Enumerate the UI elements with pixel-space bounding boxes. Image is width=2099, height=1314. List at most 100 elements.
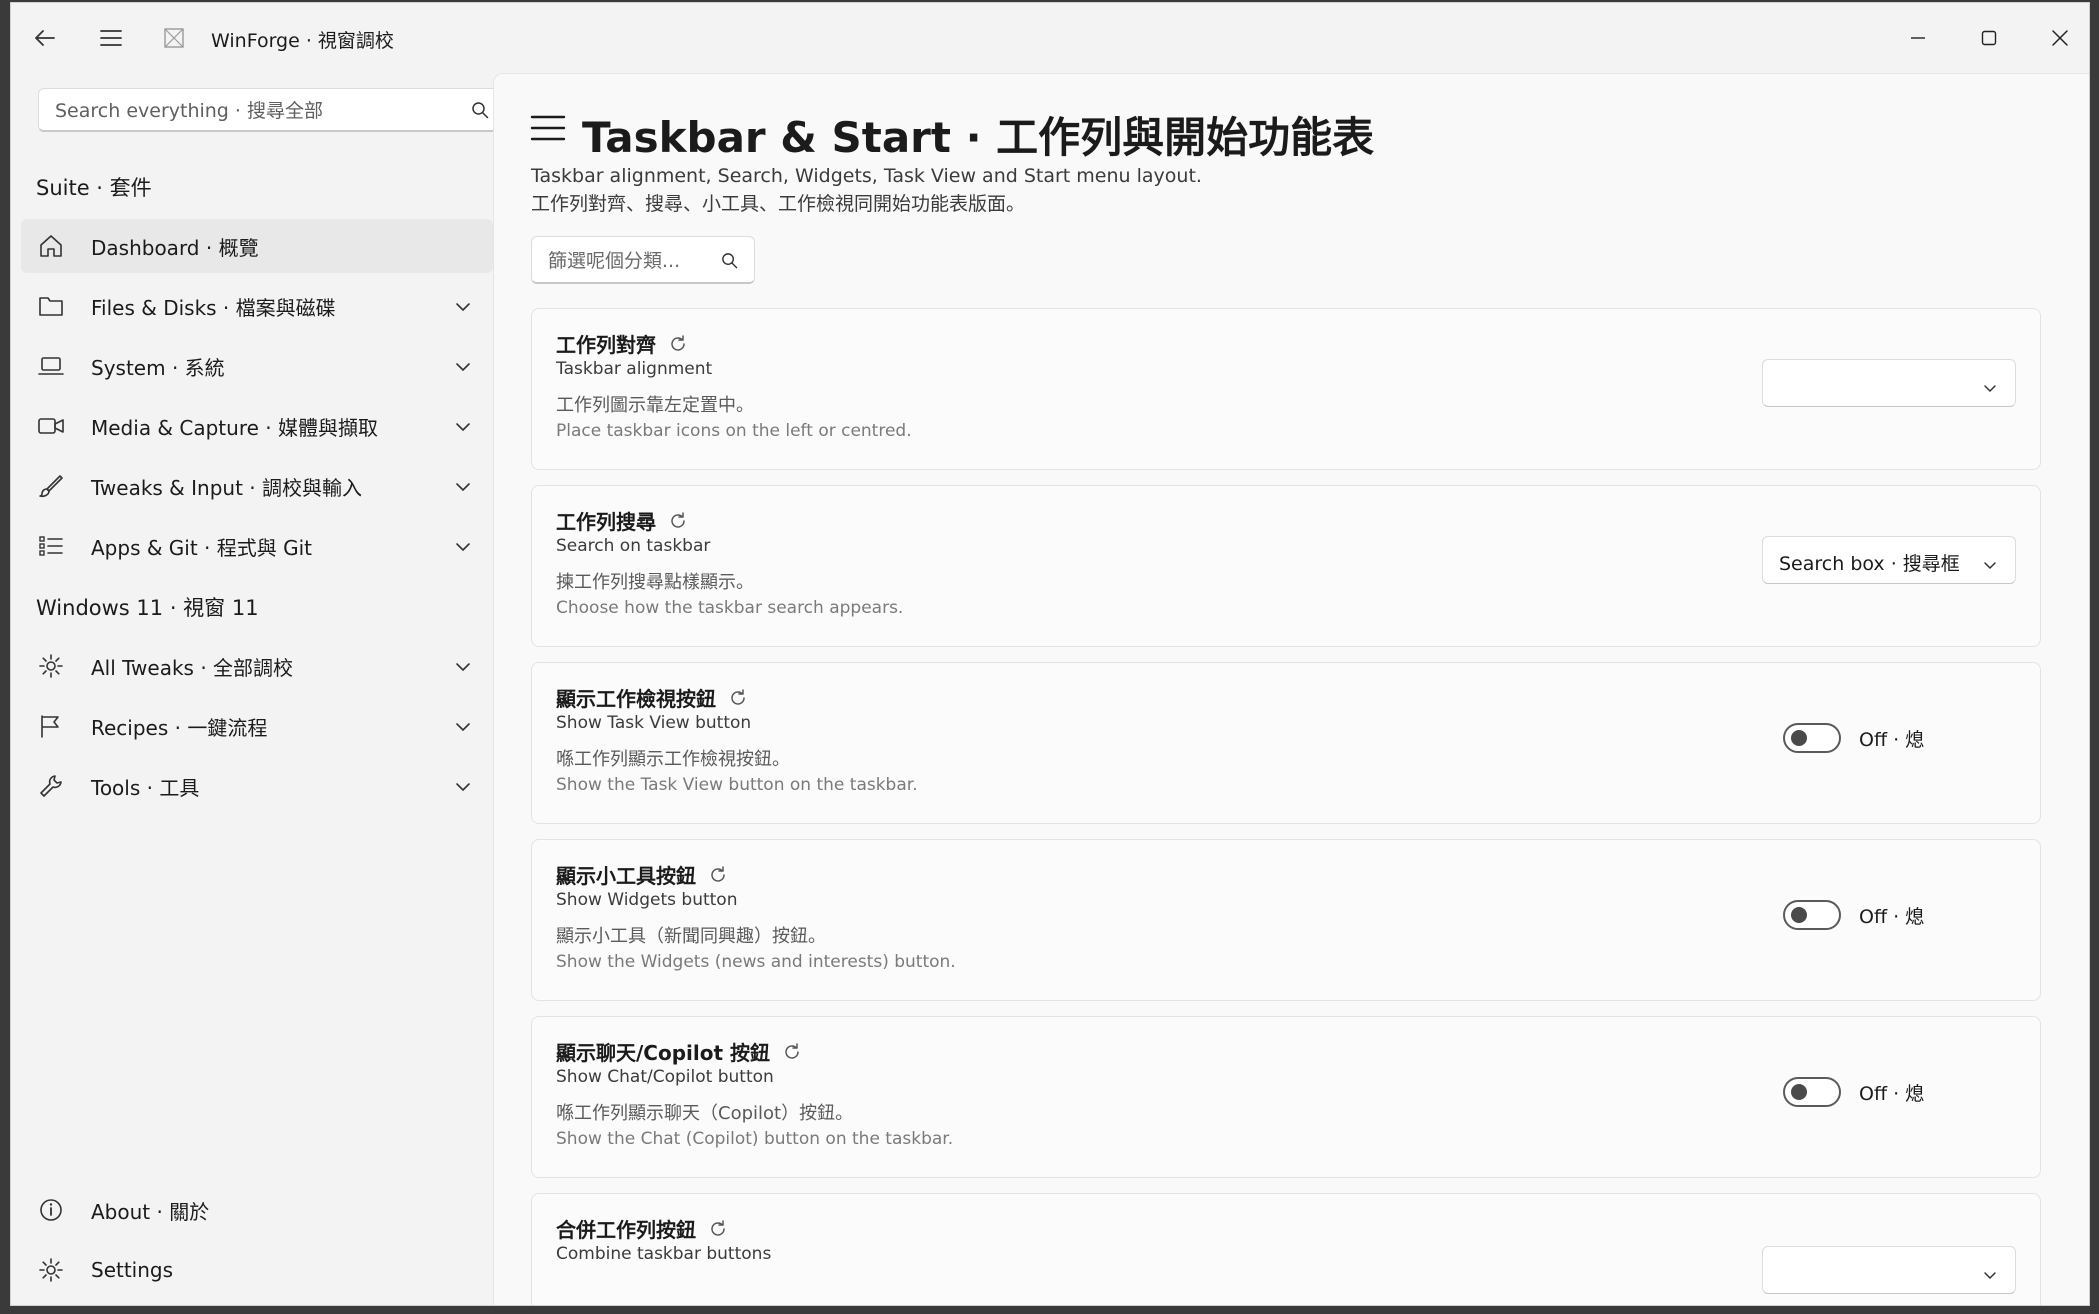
sidebar-item-dashboard[interactable]: Dashboard · 概覽 (21, 219, 493, 273)
reset-icon[interactable] (728, 688, 748, 708)
setting-title-text: 工作列搜尋 (556, 510, 656, 534)
setting-description-en: Choose how the taskbar search appears. (556, 598, 904, 618)
setting-card-combine-buttons: 合併工作列按鈕 Combine taskbar buttons (531, 1193, 2041, 1305)
sidebar-item-tweaks-input[interactable]: Tweaks & Input · 調校與輸入 (21, 459, 493, 513)
setting-title: 工作列對齊 (556, 329, 688, 358)
sidebar-item-label: About · 關於 (91, 1199, 210, 1224)
setting-subtitle: Search on taskbar (556, 536, 711, 556)
chat-copilot-toggle-group: Off · 熄 (1783, 1077, 1924, 1107)
sidebar-item-label: Tweaks & Input · 調校與輸入 (91, 475, 362, 500)
setting-title: 合併工作列按鈕 (556, 1214, 728, 1243)
minimize-button[interactable] (1883, 3, 1953, 73)
toggle-state-label: Off · 熄 (1859, 1082, 1925, 1105)
setting-description: 揀工作列搜尋點樣顯示。 (556, 572, 754, 593)
gear-icon (35, 650, 67, 682)
combine-buttons-dropdown[interactable] (1762, 1246, 2016, 1294)
chevron-down-icon (1983, 378, 1997, 397)
search-mode-dropdown[interactable]: Search box · 搜尋框 (1762, 536, 2016, 584)
toggle-knob (1791, 1084, 1807, 1100)
setting-description: 工作列圖示靠左定置中。 (556, 395, 754, 416)
chevron-down-icon[interactable] (455, 717, 471, 736)
widgets-toggle-group: Off · 熄 (1783, 900, 1924, 930)
chevron-down-icon[interactable] (455, 657, 471, 676)
setting-title: 顯示工作檢視按鈕 (556, 683, 748, 712)
sidebar-item-files-disks[interactable]: Files & Disks · 檔案與磁碟 (21, 279, 493, 333)
chevron-down-icon (1983, 1265, 1997, 1284)
sidebar-item-settings[interactable]: Settings (21, 1243, 493, 1297)
setting-title: 顯示小工具按鈕 (556, 860, 728, 889)
filter-input[interactable] (546, 247, 710, 275)
setting-description: 喺工作列顯示聊天（Copilot）按鈕。 (556, 1103, 854, 1124)
sidebar-item-tools[interactable]: Tools · 工具 (21, 759, 493, 813)
app-window: WinForge · 視窗調校 Suite · 套件 Dashboard · 概… (10, 2, 2090, 1306)
brush-icon (35, 470, 67, 502)
chevron-down-icon[interactable] (455, 777, 471, 796)
page-title: Taskbar & Start · 工作列與開始功能表 (582, 113, 1375, 162)
reset-icon[interactable] (668, 511, 688, 531)
menu-toggle-button[interactable] (91, 18, 131, 58)
page-description-en: Taskbar alignment, Search, Widgets, Task… (531, 165, 1202, 187)
sidebar-item-system[interactable]: System · 系統 (21, 339, 493, 393)
title-bar: WinForge · 視窗調校 (11, 3, 2089, 73)
chevron-down-icon[interactable] (455, 537, 471, 556)
reset-icon[interactable] (782, 1042, 802, 1062)
sidebar: Suite · 套件 Dashboard · 概覽 Files & Disks … (11, 73, 504, 1305)
gear-icon (35, 1254, 67, 1286)
sidebar-item-label: System · 系統 (91, 355, 225, 380)
widgets-toggle[interactable] (1783, 900, 1841, 930)
sidebar-item-apps-git[interactable]: Apps & Git · 程式與 Git (21, 519, 493, 573)
chevron-down-icon[interactable] (455, 297, 471, 316)
toggle-knob (1791, 730, 1807, 746)
setting-subtitle: Combine taskbar buttons (556, 1244, 772, 1264)
search-input[interactable] (53, 97, 457, 125)
search-box[interactable] (38, 88, 504, 132)
chat-copilot-toggle[interactable] (1783, 1077, 1841, 1107)
reset-icon[interactable] (668, 334, 688, 354)
list-icon (35, 530, 67, 562)
setting-title-text: 顯示聊天/Copilot 按鈕 (556, 1041, 771, 1065)
sidebar-item-recipes[interactable]: Recipes · 一鍵流程 (21, 699, 493, 753)
toggle-knob (1791, 907, 1807, 923)
setting-description-en: Place taskbar icons on the left or centr… (556, 421, 912, 441)
page-hamburger-icon (530, 114, 566, 146)
chevron-down-icon[interactable] (455, 417, 471, 436)
sidebar-item-label: Apps & Git · 程式與 Git (91, 535, 313, 560)
sidebar-item-label: Files & Disks · 檔案與磁碟 (91, 295, 336, 320)
minimize-icon (1911, 37, 1925, 39)
sidebar-item-all-tweaks[interactable]: All Tweaks · 全部調校 (21, 639, 493, 693)
reset-icon[interactable] (708, 865, 728, 885)
setting-description-en: Show the Chat (Copilot) button on the ta… (556, 1129, 954, 1149)
sidebar-item-label: Settings (91, 1258, 174, 1282)
task-view-toggle[interactable] (1783, 723, 1841, 753)
search-icon[interactable] (721, 252, 738, 273)
setting-title-text: 顯示小工具按鈕 (556, 864, 696, 888)
video-camera-icon (35, 410, 67, 442)
close-button[interactable] (2025, 3, 2089, 73)
toggle-state-label: Off · 熄 (1859, 905, 1925, 928)
taskbar-alignment-dropdown[interactable] (1762, 359, 2016, 407)
reset-icon[interactable] (708, 1219, 728, 1239)
sidebar-item-label: All Tweaks · 全部調校 (91, 655, 294, 680)
chevron-down-icon[interactable] (455, 477, 471, 496)
chevron-down-icon[interactable] (455, 357, 471, 376)
search-icon[interactable] (471, 101, 489, 123)
hamburger-icon (100, 30, 122, 46)
laptop-icon (35, 350, 67, 382)
back-button[interactable] (25, 18, 65, 58)
setting-title: 顯示聊天/Copilot 按鈕 (556, 1037, 802, 1066)
setting-title-text: 合併工作列按鈕 (556, 1218, 696, 1242)
setting-card-widgets: 顯示小工具按鈕 Show Widgets button 顯示小工具（新聞同興趣）… (531, 839, 2041, 1001)
back-arrow-icon (35, 30, 55, 46)
setting-card-task-view: 顯示工作檢視按鈕 Show Task View button 喺工作列顯示工作檢… (531, 662, 2041, 824)
setting-subtitle: Taskbar alignment (556, 359, 713, 379)
sidebar-item-label: Media & Capture · 媒體與擷取 (91, 415, 378, 440)
folder-icon (35, 290, 67, 322)
sidebar-item-media-capture[interactable]: Media & Capture · 媒體與擷取 (21, 399, 493, 453)
maximize-button[interactable] (1954, 3, 2024, 73)
info-icon (35, 1194, 67, 1226)
setting-subtitle: Show Task View button (556, 713, 752, 733)
filter-box[interactable] (531, 236, 755, 284)
setting-description: 喺工作列顯示工作檢視按鈕。 (556, 749, 790, 770)
sidebar-item-about[interactable]: About · 關於 (21, 1183, 493, 1237)
setting-card-chat-copilot: 顯示聊天/Copilot 按鈕 Show Chat/Copilot button… (531, 1016, 2041, 1178)
